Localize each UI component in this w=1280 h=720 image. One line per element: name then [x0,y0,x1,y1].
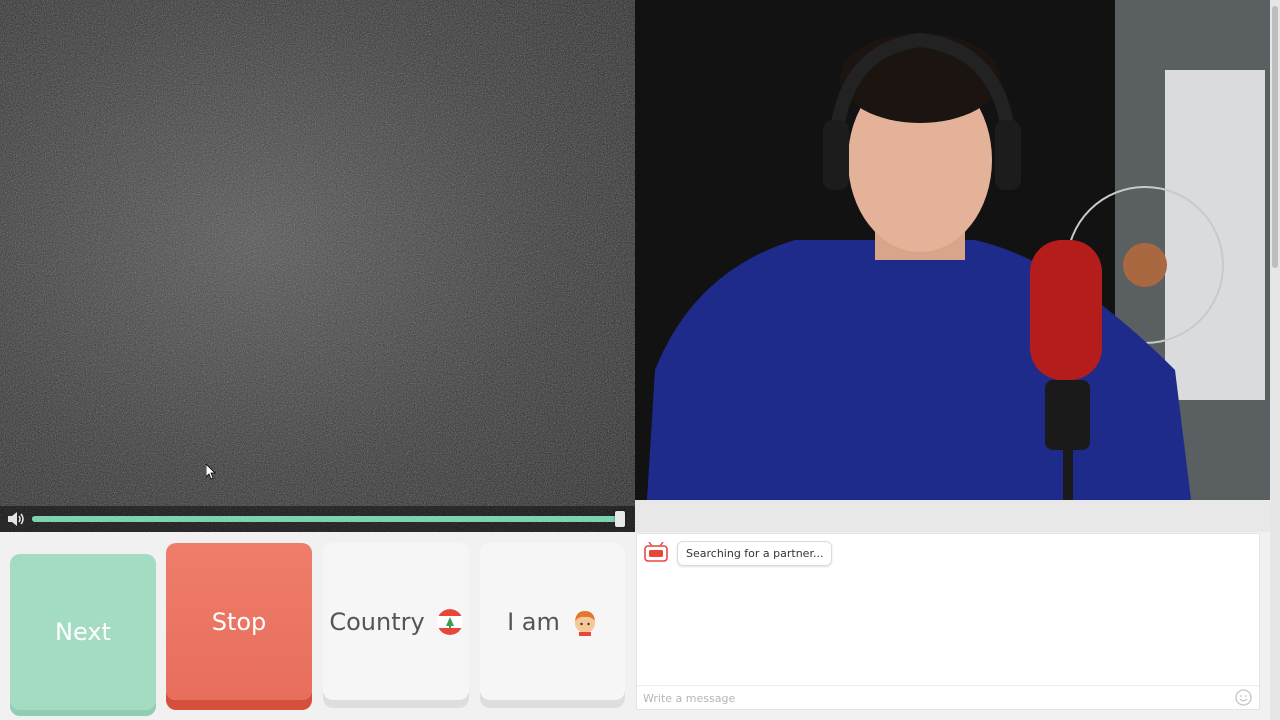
scrollbar-thumb[interactable] [1272,6,1278,268]
gender-button-label: I am [507,607,560,636]
speaker-icon[interactable] [6,511,26,527]
ome-tv-logo-icon [644,542,668,562]
partner-video [0,0,635,532]
volume-slider-track[interactable] [32,516,622,522]
smiley-icon[interactable] [1235,689,1252,706]
app-window: Next Stop Country I am Searching for a p… [0,0,1280,720]
next-button-label: Next [55,618,111,646]
gender-button[interactable]: I am [480,543,625,700]
boy-avatar-icon [574,610,595,636]
volume-bar [0,506,635,532]
country-button-label: Country [329,607,425,636]
mouse-cursor-icon [206,464,216,480]
volume-slider-handle[interactable] [615,511,625,527]
chat-input-area [637,685,1259,709]
chat-status-message: Searching for a partner... [677,541,833,566]
stop-button[interactable]: Stop [166,543,312,700]
chat-panel: Searching for a partner... [636,533,1260,710]
webcam-feed [635,0,1270,532]
static-noise [0,0,635,532]
page-scrollbar[interactable] [1270,0,1280,720]
volume-slider-fill [32,516,622,522]
stop-button-label: Stop [211,607,267,636]
country-button[interactable]: Country [323,543,469,700]
self-video [635,0,1270,532]
message-input[interactable] [643,689,1223,707]
next-button[interactable]: Next [10,554,156,710]
lebanon-flag-icon [436,608,463,635]
